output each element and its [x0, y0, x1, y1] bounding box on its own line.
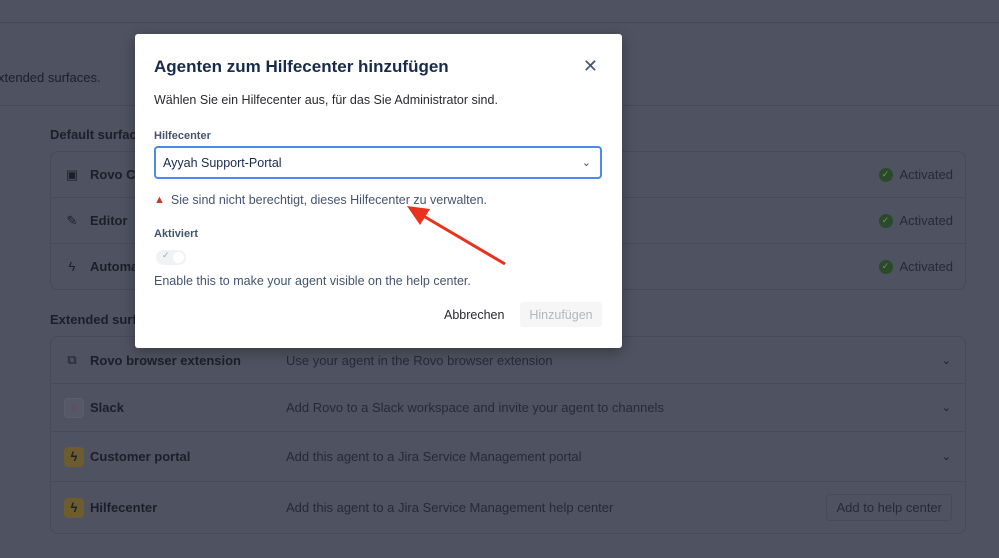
- annotation-arrow: [407, 206, 506, 266]
- arrow-head: [407, 206, 430, 225]
- arrow-shaft: [419, 212, 506, 266]
